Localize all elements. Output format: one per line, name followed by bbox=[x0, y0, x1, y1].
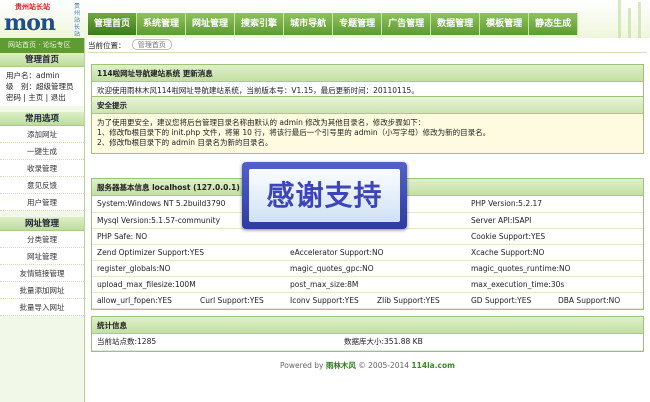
table-cell: PHP Safe: NO bbox=[92, 228, 285, 245]
table-cell: Cookie Support:YES bbox=[466, 228, 643, 245]
table-cell: post_max_size:8M bbox=[285, 276, 466, 293]
logo-wordmark: mon bbox=[4, 10, 56, 36]
table-cell: Xcache Support:NO bbox=[466, 244, 643, 261]
stats-table: 当前站点数:1285 数据库大小:351.88 KB bbox=[92, 334, 643, 351]
table-cell: GD Support:YES bbox=[466, 292, 553, 309]
update-news-title: 114啦网址导航建站系统 更新消息 bbox=[92, 65, 643, 82]
sidebar-home-title[interactable]: 管理首页 bbox=[0, 53, 84, 67]
account-links[interactable]: 密码 | 主页 | 退出 bbox=[6, 92, 78, 103]
nav-system[interactable]: 系统管理 bbox=[137, 13, 187, 35]
table-cell: eAccelerator Support:NO bbox=[285, 244, 466, 261]
header-bar: 贵州站长站 mon 贵州站长站 管理首页 系统管理 网址管理 搜索引擎 城市导航… bbox=[0, 0, 650, 38]
footer-powered: Powered by bbox=[280, 361, 324, 370]
table-cell: allow_url_fopen:YES bbox=[92, 292, 195, 309]
table-cell: PHP Version:5.2.17 bbox=[466, 196, 643, 213]
table-cell: magic_quotes_gpc:NO bbox=[285, 260, 466, 277]
sidebar-item-collect[interactable]: 收录管理 bbox=[0, 160, 84, 177]
user-info: 用户名：admin 级 别：超级管理员 密码 | 主页 | 退出 bbox=[0, 67, 84, 106]
table-row: Zend Optimizer Support:YES eAccelerator … bbox=[92, 244, 643, 261]
site-count: 当前站点数:1285 bbox=[92, 334, 339, 351]
sidebar-section-urls[interactable]: 网址管理 bbox=[0, 217, 84, 231]
security-tip-line3: 2、修改fb根目录下的 admin 目录名为新的目录名。 bbox=[97, 138, 273, 147]
nav-urls[interactable]: 网址管理 bbox=[186, 13, 236, 35]
nav-data[interactable]: 数据管理 bbox=[431, 13, 481, 35]
bamboo-decoration bbox=[610, 0, 650, 38]
table-row: upload_max_filesize:100M post_max_size:8… bbox=[92, 276, 643, 293]
security-tip-line1: 为了使用更安全，建议您将后台管理目录名称由默认的 admin 修改为其他目录名，… bbox=[97, 118, 426, 127]
sidebar-item-feedback[interactable]: 意见反馈 bbox=[0, 177, 84, 194]
table-cell: Curl Support:YES bbox=[195, 292, 285, 309]
server-support-table: allow_url_fopen:YES Curl Support:YES Ico… bbox=[92, 292, 643, 309]
top-nav: 管理首页 系统管理 网址管理 搜索引擎 城市导航 专题管理 广告管理 数据管理 … bbox=[88, 13, 579, 35]
breadcrumb-label: 当前位置： bbox=[88, 41, 126, 50]
security-tip-title: 安全提示 bbox=[92, 97, 643, 114]
nav-search-engines[interactable]: 搜索引擎 bbox=[235, 13, 285, 35]
site-logo[interactable]: 贵州站长站 mon 贵州站长站 bbox=[0, 0, 84, 38]
sidebar-item-batch-add[interactable]: 批量添加网址 bbox=[0, 282, 84, 299]
table-row: PHP Safe: NO Cookie Support:YES bbox=[92, 228, 643, 245]
table-cell: magic_quotes_runtime:NO bbox=[466, 260, 643, 277]
nav-city[interactable]: 城市导航 bbox=[284, 13, 334, 35]
table-cell: Zend Optimizer Support:YES bbox=[92, 244, 285, 261]
security-tip-line2: 1、修改fb根目录下的 init.php 文件，将第 10 行，将该行最后一个引… bbox=[97, 128, 491, 137]
sidebar-item-users[interactable]: 用户管理 bbox=[0, 194, 84, 211]
sidebar-top-links[interactable]: 网站首页 · 论坛专区 bbox=[0, 38, 84, 53]
table-cell: register_globals:NO bbox=[92, 260, 285, 277]
sidebar-item-batch-import[interactable]: 批量导入网址 bbox=[0, 299, 84, 316]
stats-title: 统计信息 bbox=[92, 317, 643, 334]
logo-vertical-text: 贵州站长站 bbox=[74, 3, 81, 38]
nav-templates[interactable]: 模板管理 bbox=[480, 13, 530, 35]
table-row: allow_url_fopen:YES Curl Support:YES Ico… bbox=[92, 292, 643, 309]
table-row: register_globals:NO magic_quotes_gpc:NO … bbox=[92, 260, 643, 277]
db-size: 数据库大小:351.88 KB bbox=[339, 334, 643, 351]
breadcrumb: 当前位置： 管理首页 bbox=[88, 38, 647, 53]
level-line: 级 别：超级管理员 bbox=[6, 82, 74, 91]
table-cell bbox=[285, 228, 466, 245]
table-cell: DBA Support:NO bbox=[553, 292, 643, 309]
thanks-badge-text: 感谢支持 bbox=[266, 179, 383, 212]
security-tip-panel: 安全提示 为了使用更安全，建议您将后台管理目录名称由默认的 admin 修改为其… bbox=[91, 96, 644, 154]
nav-ads[interactable]: 广告管理 bbox=[382, 13, 432, 35]
sidebar-item-categories[interactable]: 分类管理 bbox=[0, 231, 84, 248]
thanks-badge: 感谢支持 bbox=[242, 162, 407, 229]
table-cell: max_execution_time:30s bbox=[466, 276, 643, 293]
table-cell: Server API:ISAPI bbox=[466, 212, 643, 229]
footer-brand[interactable]: 雨林木风 bbox=[326, 361, 356, 370]
sidebar-item-url-manage[interactable]: 网址管理 bbox=[0, 248, 84, 265]
table-cell: upload_max_filesize:100M bbox=[92, 276, 285, 293]
nav-static[interactable]: 静态生成 bbox=[529, 13, 579, 35]
footer-domain[interactable]: 114la.com bbox=[411, 361, 455, 370]
table-cell: Iconv Support:YES bbox=[285, 292, 372, 309]
username-line: 用户名：admin bbox=[6, 71, 60, 80]
footer: Powered by 雨林木风 © 2005-2014 114la.com bbox=[88, 360, 647, 371]
table-cell: Zlib Support:YES bbox=[372, 292, 466, 309]
stats-panel: 统计信息 当前站点数:1285 数据库大小:351.88 KB bbox=[91, 316, 644, 352]
sidebar-item-generate[interactable]: 一键生成 bbox=[0, 143, 84, 160]
nav-topics[interactable]: 专题管理 bbox=[333, 13, 383, 35]
sidebar-item-friend-links[interactable]: 友情链接管理 bbox=[0, 265, 84, 282]
table-row: 当前站点数:1285 数据库大小:351.88 KB bbox=[92, 334, 643, 351]
sidebar-section-common[interactable]: 常用选项 bbox=[0, 112, 84, 126]
sidebar-item-add-url[interactable]: 添加网址 bbox=[0, 126, 84, 143]
footer-copyright: © 2005-2014 bbox=[358, 361, 410, 370]
nav-home[interactable]: 管理首页 bbox=[88, 13, 138, 35]
left-sidebar: 网站首页 · 论坛专区 管理首页 用户名：admin 级 别：超级管理员 密码 … bbox=[0, 38, 85, 402]
breadcrumb-page[interactable]: 管理首页 bbox=[131, 39, 172, 50]
